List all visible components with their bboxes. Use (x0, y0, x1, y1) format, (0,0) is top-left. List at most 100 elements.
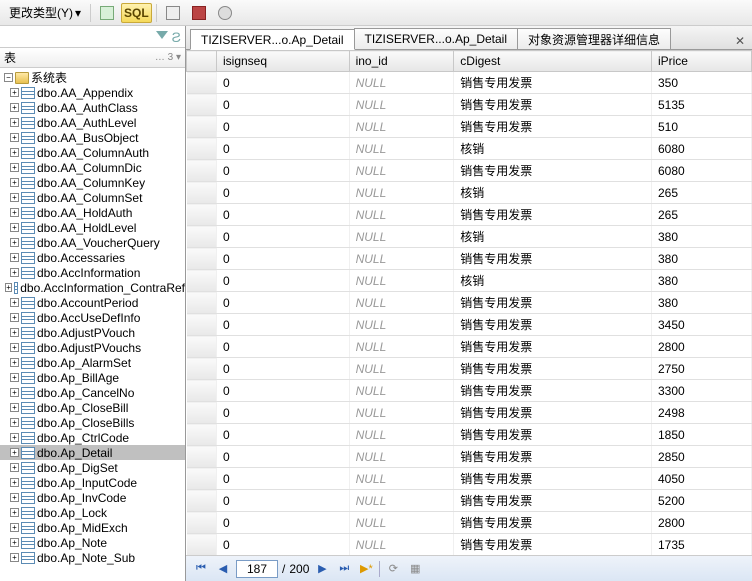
cell-cDigest[interactable]: 销售专用发票 (454, 204, 652, 226)
cell-ino_id[interactable]: NULL (349, 534, 454, 556)
stop-button[interactable]: ▦ (406, 560, 424, 578)
table-node[interactable]: +dbo.Ap_CtrlCode (0, 430, 185, 445)
expand-icon[interactable]: + (10, 358, 19, 367)
expand-icon[interactable]: + (10, 328, 19, 337)
cell-ino_id[interactable]: NULL (349, 292, 454, 314)
table-row[interactable]: 0NULL销售专用发票2850 (187, 446, 752, 468)
cell-cDigest[interactable]: 销售专用发票 (454, 446, 652, 468)
change-type-button[interactable]: 更改类型(Y) ▾ (4, 3, 86, 23)
cell-isignseq[interactable]: 0 (217, 468, 350, 490)
cell-isignseq[interactable]: 0 (217, 248, 350, 270)
cell-cDigest[interactable]: 销售专用发票 (454, 248, 652, 270)
cell-iPrice[interactable]: 5200 (651, 490, 751, 512)
table-node[interactable]: +dbo.Ap_DigSet (0, 460, 185, 475)
expand-icon[interactable]: + (10, 268, 19, 277)
expand-icon[interactable]: + (10, 388, 19, 397)
cell-cDigest[interactable]: 核销 (454, 138, 652, 160)
table-node[interactable]: +dbo.Ap_BillAge (0, 370, 185, 385)
cell-cDigest[interactable]: 销售专用发票 (454, 72, 652, 94)
table-row[interactable]: 0NULL销售专用发票2800 (187, 512, 752, 534)
cell-isignseq[interactable]: 0 (217, 160, 350, 182)
table-node[interactable]: +dbo.AA_BusObject (0, 130, 185, 145)
cell-ino_id[interactable]: NULL (349, 72, 454, 94)
table-row[interactable]: 0NULL销售专用发票350 (187, 72, 752, 94)
row-selector[interactable] (187, 248, 217, 270)
table-row[interactable]: 0NULL销售专用发票2750 (187, 358, 752, 380)
cell-ino_id[interactable]: NULL (349, 94, 454, 116)
table-node[interactable]: +dbo.AA_ColumnDic (0, 160, 185, 175)
table-row[interactable]: 0NULL销售专用发票5135 (187, 94, 752, 116)
row-selector[interactable] (187, 534, 217, 556)
expand-icon[interactable]: + (10, 493, 19, 502)
table-node[interactable]: +dbo.AdjustPVouchs (0, 340, 185, 355)
row-selector[interactable] (187, 424, 217, 446)
table-row[interactable]: 0NULL销售专用发票2800 (187, 336, 752, 358)
table-node[interactable]: +dbo.AA_AuthLevel (0, 115, 185, 130)
row-selector[interactable] (187, 182, 217, 204)
row-selector[interactable] (187, 72, 217, 94)
cell-iPrice[interactable]: 4050 (651, 468, 751, 490)
expand-icon[interactable]: + (10, 523, 19, 532)
expand-icon[interactable]: + (10, 238, 19, 247)
cell-cDigest[interactable]: 销售专用发票 (454, 534, 652, 556)
table-node[interactable]: +dbo.AA_ColumnSet (0, 190, 185, 205)
column-header-ino_id[interactable]: ino_id (349, 51, 454, 72)
cell-isignseq[interactable]: 0 (217, 336, 350, 358)
cell-iPrice[interactable]: 3300 (651, 380, 751, 402)
table-node[interactable]: +dbo.AA_HoldLevel (0, 220, 185, 235)
sort-icon[interactable]: Ƨ (172, 29, 181, 45)
table-node[interactable]: +dbo.Ap_MidExch (0, 520, 185, 535)
cell-cDigest[interactable]: 销售专用发票 (454, 402, 652, 424)
table-node[interactable]: +dbo.Ap_AlarmSet (0, 355, 185, 370)
table-node[interactable]: +dbo.AA_HoldAuth (0, 205, 185, 220)
table-node[interactable]: +dbo.AA_ColumnKey (0, 175, 185, 190)
flag-button[interactable] (187, 3, 211, 23)
cell-isignseq[interactable]: 0 (217, 446, 350, 468)
expand-icon[interactable]: + (5, 283, 12, 292)
row-selector[interactable] (187, 358, 217, 380)
expand-icon[interactable]: + (10, 148, 19, 157)
expand-icon[interactable]: + (10, 313, 19, 322)
cell-isignseq[interactable]: 0 (217, 138, 350, 160)
expand-icon[interactable]: + (10, 178, 19, 187)
cell-ino_id[interactable]: NULL (349, 314, 454, 336)
table-row[interactable]: 0NULL销售专用发票380 (187, 248, 752, 270)
cell-cDigest[interactable]: 销售专用发票 (454, 358, 652, 380)
cell-cDigest[interactable]: 销售专用发票 (454, 490, 652, 512)
row-selector[interactable] (187, 226, 217, 248)
table-node[interactable]: +dbo.Ap_CloseBill (0, 400, 185, 415)
cell-iPrice[interactable]: 1735 (651, 534, 751, 556)
column-header-iPrice[interactable]: iPrice (651, 51, 751, 72)
cell-ino_id[interactable]: NULL (349, 358, 454, 380)
cell-isignseq[interactable]: 0 (217, 424, 350, 446)
cell-isignseq[interactable]: 0 (217, 182, 350, 204)
table-node[interactable]: +dbo.AA_VoucherQuery (0, 235, 185, 250)
cell-isignseq[interactable]: 0 (217, 116, 350, 138)
cell-ino_id[interactable]: NULL (349, 270, 454, 292)
expand-icon[interactable]: + (10, 133, 19, 142)
expand-icon[interactable]: + (10, 298, 19, 307)
cell-iPrice[interactable]: 380 (651, 270, 751, 292)
cell-isignseq[interactable]: 0 (217, 402, 350, 424)
cell-ino_id[interactable]: NULL (349, 424, 454, 446)
cell-cDigest[interactable]: 销售专用发票 (454, 468, 652, 490)
cell-iPrice[interactable]: 3450 (651, 314, 751, 336)
cell-iPrice[interactable]: 265 (651, 204, 751, 226)
table-node[interactable]: +dbo.Ap_CancelNo (0, 385, 185, 400)
expand-icon[interactable]: + (10, 463, 19, 472)
cell-isignseq[interactable]: 0 (217, 534, 350, 556)
cell-isignseq[interactable]: 0 (217, 490, 350, 512)
cell-iPrice[interactable]: 2750 (651, 358, 751, 380)
table-row[interactable]: 0NULL销售专用发票3300 (187, 380, 752, 402)
cell-ino_id[interactable]: NULL (349, 336, 454, 358)
row-selector[interactable] (187, 468, 217, 490)
table-node[interactable]: +dbo.Ap_Detail (0, 445, 185, 460)
expand-icon[interactable]: + (10, 478, 19, 487)
cell-iPrice[interactable]: 380 (651, 226, 751, 248)
cell-iPrice[interactable]: 2800 (651, 512, 751, 534)
first-page-button[interactable]: ⏮ (192, 560, 210, 578)
row-selector[interactable] (187, 490, 217, 512)
cell-isignseq[interactable]: 0 (217, 94, 350, 116)
row-selector[interactable] (187, 270, 217, 292)
cell-cDigest[interactable]: 销售专用发票 (454, 314, 652, 336)
